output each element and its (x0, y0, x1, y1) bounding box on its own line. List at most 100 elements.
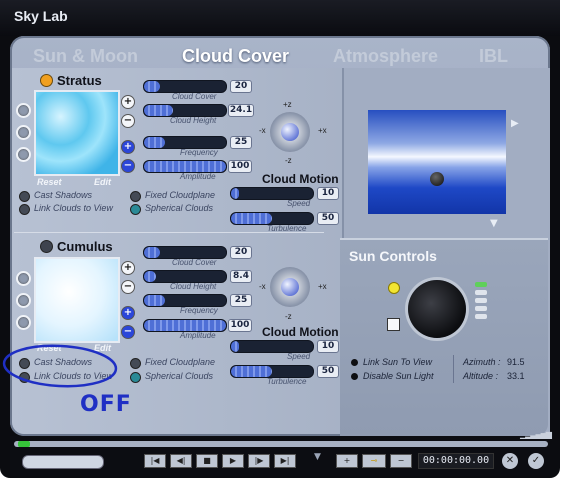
stratus-cast-shadows-label: Cast Shadows (34, 190, 93, 200)
cumulus-spherical-clouds-toggle[interactable] (130, 372, 141, 383)
cancel-icon[interactable]: ✕ (502, 453, 518, 469)
cumulus-cloud-cover-label: Cloud Cover (172, 258, 217, 267)
stratus-axis-minus-z: -z (285, 156, 292, 165)
link-sun-label: Link Sun To View (363, 357, 433, 367)
stratus-edit-button[interactable]: Edit (94, 177, 111, 187)
step-forward-icon[interactable]: |▶ (248, 454, 270, 468)
sun-values-divider (453, 355, 454, 383)
play-icon[interactable]: ▶ (222, 454, 244, 468)
cumulus-preset-radio-3[interactable] (16, 315, 31, 330)
stratus-speed-value[interactable]: 10 (317, 187, 339, 200)
stratus-speed-label: Speed (287, 199, 311, 208)
cumulus-direction-dial[interactable] (270, 267, 310, 307)
loop-dropdown-icon[interactable]: ▼ (314, 452, 321, 462)
cumulus-amplitude-label: Amplitude (180, 331, 216, 340)
altitude-value[interactable]: 33.1 (507, 371, 525, 381)
cumulus-cloud-height-value[interactable]: 8.4 (230, 270, 252, 283)
dial-knob-icon[interactable] (281, 278, 299, 296)
disable-sun-light-toggle[interactable] (351, 373, 358, 380)
cumulus-preset-radio-2[interactable] (16, 293, 31, 308)
tab-ibl[interactable]: IBL (479, 46, 508, 67)
cumulus-preset-radio-1[interactable] (16, 271, 31, 286)
sun-light-color-swatch[interactable] (387, 318, 400, 331)
stratus-title: Stratus (57, 73, 102, 88)
stratus-spherical-clouds-label: Spherical Clouds (145, 203, 214, 213)
stratus-cloud-cover-value[interactable]: 20 (230, 80, 252, 93)
cumulus-axis-plus-x: +x (318, 282, 327, 291)
timeline-marker[interactable] (18, 441, 30, 447)
stratus-increase-icon[interactable]: + (121, 140, 135, 154)
stratus-frequency-label: Frequency (180, 148, 218, 157)
stratus-add-icon[interactable]: + (121, 95, 135, 109)
stratus-enable-led[interactable] (40, 74, 53, 87)
stratus-link-clouds-label: Link Clouds to View (34, 203, 113, 213)
remove-keyframe-icon[interactable]: − (390, 454, 412, 468)
cumulus-axis-minus-x: -x (259, 282, 266, 291)
last-frame-icon[interactable]: ▶| (274, 454, 296, 468)
stratus-preset-radio-2[interactable] (16, 125, 31, 140)
stratus-spherical-clouds-toggle[interactable] (130, 204, 141, 215)
stratus-preset-radio-3[interactable] (16, 147, 31, 162)
stratus-remove-icon[interactable]: − (121, 114, 135, 128)
cumulus-fixed-cloudplane-toggle[interactable] (130, 358, 141, 369)
stratus-decrease-icon[interactable]: − (121, 159, 135, 173)
volume-bars-icon[interactable]: ▁▂▃▄▅▆ (520, 430, 552, 439)
dial-knob-icon[interactable] (281, 123, 299, 141)
stratus-axis-minus-x: -x (259, 126, 266, 135)
cumulus-enable-led[interactable] (40, 240, 53, 253)
altitude-label: Altitude : (463, 371, 499, 381)
cumulus-frequency-value[interactable]: 25 (230, 294, 252, 307)
preview-expand-right-icon[interactable]: ▶ (511, 118, 519, 129)
disable-sun-light-label: Disable Sun Light (363, 371, 434, 381)
cumulus-title: Cumulus (57, 239, 113, 254)
azimuth-value[interactable]: 91.5 (507, 357, 525, 367)
preview-expand-down-icon[interactable]: ▼ (490, 218, 498, 229)
stratus-link-clouds-toggle[interactable] (19, 204, 30, 215)
window-title: Sky Lab (14, 8, 68, 24)
stratus-preset-radio-1[interactable] (16, 103, 31, 118)
stratus-fixed-cloudplane-label: Fixed Cloudplane (145, 190, 216, 200)
cumulus-speed-value[interactable]: 10 (317, 340, 339, 353)
stop-icon[interactable]: ■ (196, 454, 218, 468)
apply-check-icon[interactable]: ✓ (528, 453, 544, 469)
tab-sun-moon[interactable]: Sun & Moon (33, 46, 138, 67)
tab-atmosphere[interactable]: Atmosphere (333, 46, 438, 67)
stratus-reset-button[interactable]: Reset (37, 177, 62, 187)
intensity-led (475, 314, 487, 319)
stratus-cast-shadows-toggle[interactable] (19, 191, 30, 202)
cumulus-cloud-cover-value[interactable]: 20 (230, 246, 252, 259)
cumulus-increase-icon[interactable]: + (121, 306, 135, 320)
cumulus-spherical-clouds-label: Spherical Clouds (145, 371, 214, 381)
stratus-cloud-motion-title: Cloud Motion (262, 172, 339, 186)
stratus-turbulence-value[interactable]: 50 (317, 212, 339, 225)
sun-controls-title: Sun Controls (349, 248, 437, 264)
stratus-frequency-value[interactable]: 25 (230, 136, 252, 149)
time-display[interactable]: 00:00:00.00 (418, 453, 494, 469)
stratus-direction-dial[interactable] (270, 112, 310, 152)
tab-cloud-cover[interactable]: Cloud Cover (182, 46, 289, 67)
stratus-amplitude-value[interactable]: 100 (228, 160, 252, 173)
cumulus-texture-swatch[interactable] (34, 257, 120, 343)
stratus-texture-swatch[interactable] (34, 90, 120, 176)
stratus-fixed-cloudplane-toggle[interactable] (130, 191, 141, 202)
first-frame-icon[interactable]: |◀ (144, 454, 166, 468)
sun-intensity-stack[interactable] (475, 282, 487, 330)
frame-selector-pill[interactable] (22, 455, 104, 469)
stratus-cloud-height-value[interactable]: 24.1 (228, 104, 254, 117)
title-bar[interactable]: Sky Lab (0, 0, 560, 36)
link-sun-toggle[interactable] (351, 359, 358, 366)
add-keyframe-icon[interactable]: + (336, 454, 358, 468)
step-back-icon[interactable]: ◀| (170, 454, 192, 468)
stratus-cloud-cover-label: Cloud Cover (172, 92, 217, 101)
cumulus-amplitude-value[interactable]: 100 (228, 319, 252, 332)
timeline-scrubber[interactable] (14, 441, 548, 447)
cumulus-turbulence-value[interactable]: 50 (317, 365, 339, 378)
sun-position-dial[interactable] (408, 280, 466, 338)
cumulus-add-icon[interactable]: + (121, 261, 135, 275)
stratus-cloud-height-label: Cloud Height (170, 116, 217, 125)
stratus-amplitude-label: Amplitude (180, 172, 216, 181)
cumulus-fixed-cloudplane-label: Fixed Cloudplane (145, 357, 216, 367)
sun-color-indicator[interactable] (388, 282, 400, 294)
key-icon[interactable]: ⊸ (362, 454, 386, 468)
cumulus-remove-icon[interactable]: − (121, 280, 135, 294)
